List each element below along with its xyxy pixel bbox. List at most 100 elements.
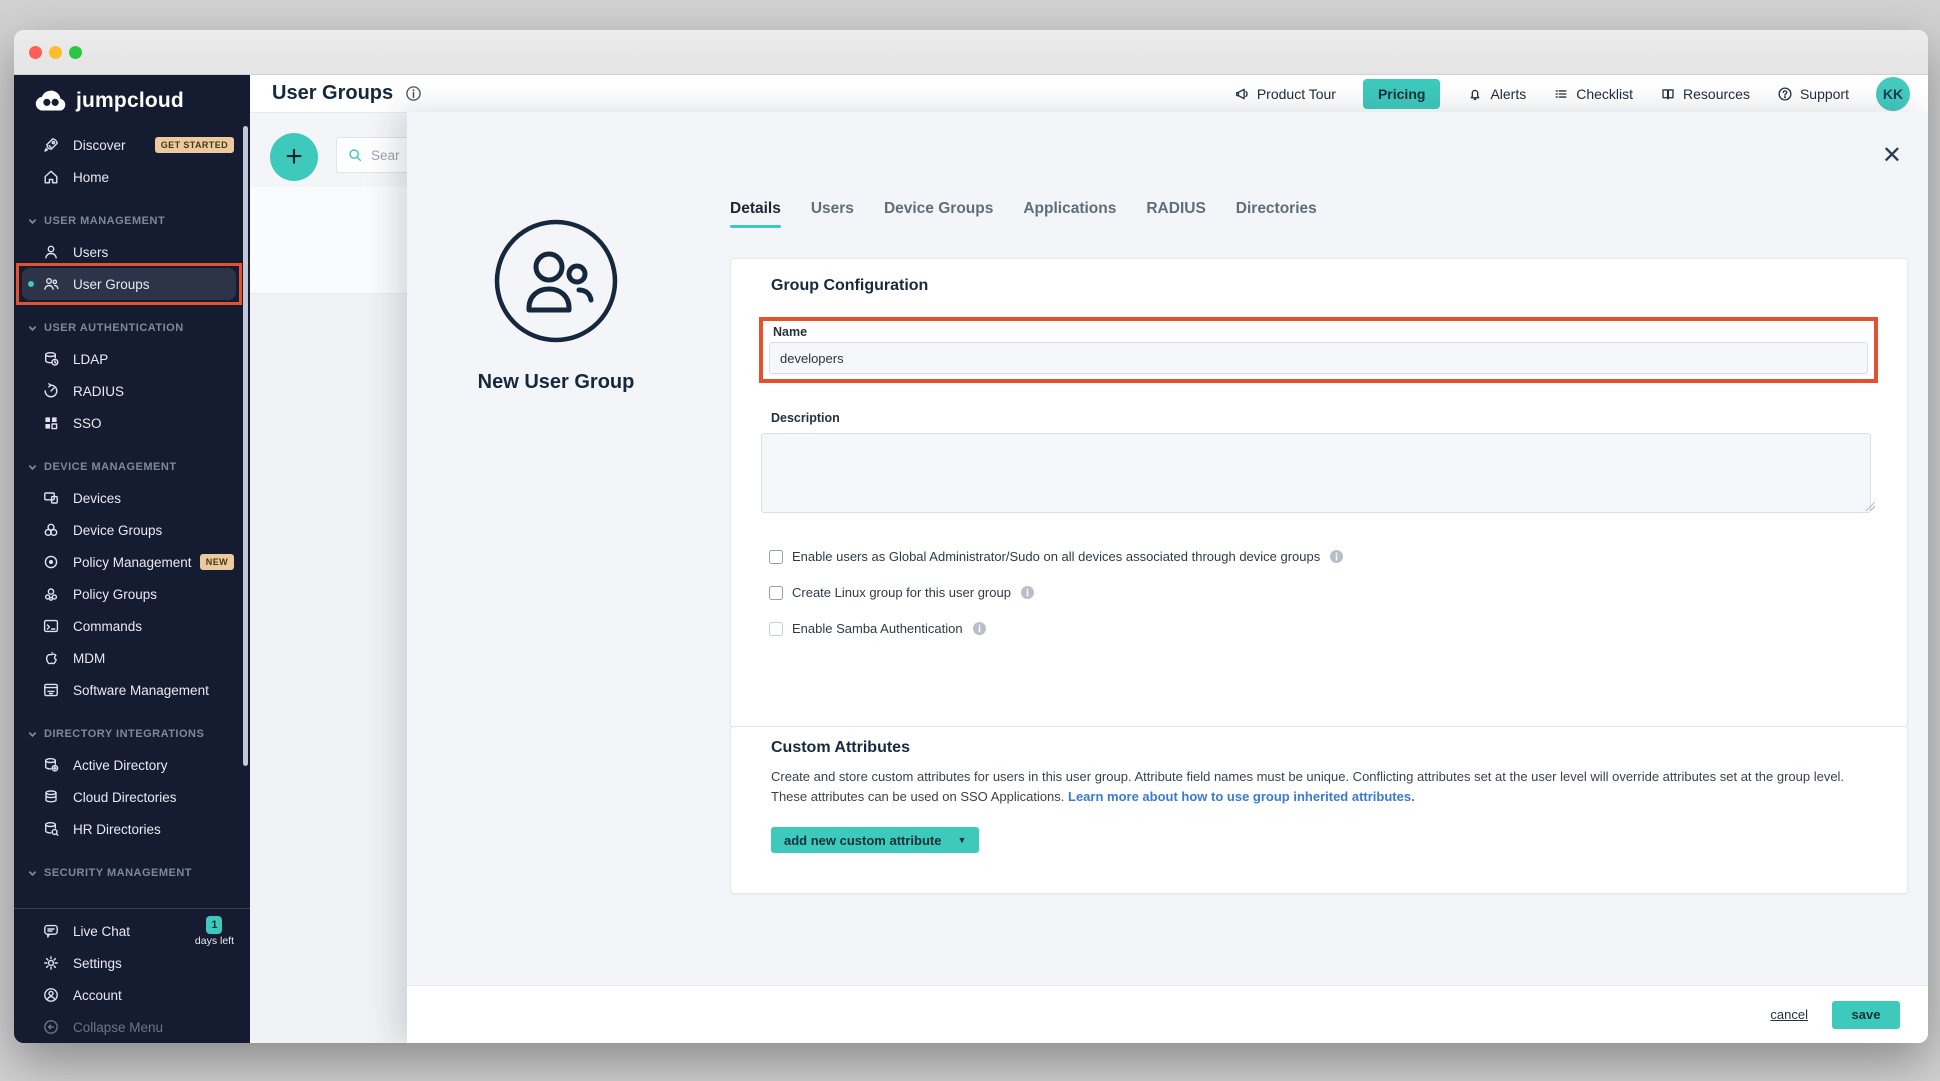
sidebar-section-directory-integrations[interactable]: DIRECTORY INTEGRATIONS xyxy=(14,719,250,749)
sidebar-item-label: Users xyxy=(73,245,108,260)
jumpcloud-logo[interactable]: jumpcloud xyxy=(14,75,250,123)
sidebar-item-home[interactable]: Home xyxy=(14,161,250,193)
tab-radius[interactable]: RADIUS xyxy=(1146,200,1205,228)
info-icon[interactable] xyxy=(972,621,987,636)
account-icon xyxy=(42,986,60,1004)
help-circle-icon xyxy=(1777,86,1793,102)
chevron-down-icon xyxy=(28,217,37,226)
sidebar-item-label: Device Groups xyxy=(73,523,162,538)
tab-applications[interactable]: Applications xyxy=(1023,200,1116,228)
terminal-icon xyxy=(42,617,60,635)
cloud-directory-icon xyxy=(42,788,60,806)
minimize-window-button[interactable] xyxy=(49,46,62,59)
sidebar-item-label: LDAP xyxy=(73,352,108,367)
textarea-resize-handle[interactable] xyxy=(1865,501,1875,511)
resources-label: Resources xyxy=(1683,86,1750,102)
collapse-icon xyxy=(42,1018,60,1036)
group-configuration-card: Group Configuration Name Description Ena… xyxy=(730,258,1908,728)
sidebar-item-cloud-directories[interactable]: Cloud Directories xyxy=(14,781,250,813)
info-icon[interactable] xyxy=(1329,549,1344,564)
sidebar-item-users[interactable]: Users xyxy=(14,236,250,268)
sidebar-footer: Live Chat 1 days left Settings Account xyxy=(14,908,250,1043)
alerts-label: Alerts xyxy=(1490,86,1526,102)
close-window-button[interactable] xyxy=(29,46,42,59)
resources-button[interactable]: Resources xyxy=(1660,86,1750,102)
sidebar-item-collapse-menu[interactable]: Collapse Menu xyxy=(14,1011,250,1043)
hr-directory-icon xyxy=(42,820,60,838)
new-user-group-drawer: ✕ New User Group Details Users Device Gr… xyxy=(407,112,1928,1043)
sidebar-item-live-chat[interactable]: Live Chat 1 days left xyxy=(14,915,250,947)
sidebar-item-label: Active Directory xyxy=(73,758,168,773)
cloud-logo-icon xyxy=(34,90,68,112)
sidebar-section-user-management[interactable]: USER MANAGEMENT xyxy=(14,206,250,236)
custom-attributes-heading: Custom Attributes xyxy=(771,739,910,757)
sidebar-item-sso[interactable]: SSO xyxy=(14,407,250,439)
sidebar-item-ldap[interactable]: LDAP xyxy=(14,343,250,375)
sidebar-item-label: Devices xyxy=(73,491,121,506)
sidebar-item-user-groups[interactable]: User Groups xyxy=(22,268,236,300)
sidebar-item-hr-directories[interactable]: HR Directories xyxy=(14,813,250,845)
tab-directories[interactable]: Directories xyxy=(1236,200,1317,228)
samba-auth-checkbox[interactable] xyxy=(769,622,783,636)
support-button[interactable]: Support xyxy=(1777,86,1849,102)
save-button[interactable]: save xyxy=(1832,1001,1900,1029)
group-description-textarea[interactable] xyxy=(761,433,1871,513)
device-group-icon xyxy=(42,521,60,539)
sidebar-item-label: HR Directories xyxy=(73,822,161,837)
avatar[interactable]: KK xyxy=(1876,77,1910,111)
sidebar-item-account[interactable]: Account xyxy=(14,979,250,1011)
sidebar-item-settings[interactable]: Settings xyxy=(14,947,250,979)
sidebar-item-discover[interactable]: Discover GET STARTED xyxy=(14,129,250,161)
sidebar-scrollbar[interactable] xyxy=(243,126,248,766)
annotation-highlight-name-field: Name xyxy=(759,317,1878,383)
sidebar-section-label: USER MANAGEMENT xyxy=(44,215,165,227)
add-custom-attribute-button[interactable]: add new custom attribute ▼ xyxy=(771,827,979,853)
get-started-badge: GET STARTED xyxy=(155,137,234,153)
sidebar-section-label: USER AUTHENTICATION xyxy=(44,322,184,334)
chevron-down-icon xyxy=(28,730,37,739)
tab-users[interactable]: Users xyxy=(811,200,854,228)
cancel-button[interactable]: cancel xyxy=(1770,1007,1808,1022)
tab-device-groups[interactable]: Device Groups xyxy=(884,200,993,228)
sidebar-item-software-management[interactable]: Software Management xyxy=(14,674,250,706)
checklist-button[interactable]: Checklist xyxy=(1553,86,1633,102)
sidebar-item-label: User Groups xyxy=(73,277,150,292)
product-tour-label: Product Tour xyxy=(1257,86,1336,102)
group-name-input[interactable] xyxy=(769,342,1868,374)
checkbox-row-samba: Enable Samba Authentication xyxy=(769,621,987,636)
info-icon[interactable] xyxy=(405,85,422,102)
linux-group-checkbox[interactable] xyxy=(769,586,783,600)
header-nav: Product Tour Pricing Alerts Checklist Re… xyxy=(1234,77,1910,111)
sidebar-item-device-groups[interactable]: Device Groups xyxy=(14,514,250,546)
sidebar-item-policy-groups[interactable]: Policy Groups xyxy=(14,578,250,610)
sidebar-item-active-directory[interactable]: Active Directory xyxy=(14,749,250,781)
checklist-label: Checklist xyxy=(1576,86,1633,102)
pricing-button[interactable]: Pricing xyxy=(1363,79,1440,109)
sidebar-item-radius[interactable]: RADIUS xyxy=(14,375,250,407)
sidebar-section-user-authentication[interactable]: USER AUTHENTICATION xyxy=(14,313,250,343)
maximize-window-button[interactable] xyxy=(69,46,82,59)
sidebar-item-label: Collapse Menu xyxy=(73,1020,163,1035)
global-admin-checkbox[interactable] xyxy=(769,550,783,564)
sidebar-item-devices[interactable]: Devices xyxy=(14,482,250,514)
gear-icon xyxy=(42,954,60,972)
inherited-attributes-link[interactable]: Learn more about how to use group inheri… xyxy=(1068,789,1415,804)
main-content: + User Groups Product Tour Pricing xyxy=(250,75,1928,1043)
info-icon[interactable] xyxy=(1020,585,1035,600)
tab-details[interactable]: Details xyxy=(730,200,781,228)
custom-attributes-card: Custom Attributes Create and store custo… xyxy=(730,726,1908,894)
sidebar-item-policy-management[interactable]: Policy Management NEW xyxy=(14,546,250,578)
product-tour-button[interactable]: Product Tour xyxy=(1234,86,1336,102)
entity-title: New User Group xyxy=(443,371,669,394)
sidebar-section-device-management[interactable]: DEVICE MANAGEMENT xyxy=(14,452,250,482)
close-icon[interactable]: ✕ xyxy=(1882,144,1902,168)
sidebar-item-label: Software Management xyxy=(73,683,209,698)
sidebar-item-commands[interactable]: Commands xyxy=(14,610,250,642)
add-user-group-button[interactable]: + xyxy=(270,133,318,181)
user-icon xyxy=(42,243,60,261)
checkbox-label: Enable users as Global Administrator/Sud… xyxy=(792,549,1320,564)
sidebar-section-label: DEVICE MANAGEMENT xyxy=(44,461,177,473)
sidebar-section-security-management[interactable]: SECURITY MANAGEMENT xyxy=(14,858,250,888)
sidebar-item-mdm[interactable]: MDM xyxy=(14,642,250,674)
alerts-button[interactable]: Alerts xyxy=(1467,86,1526,102)
